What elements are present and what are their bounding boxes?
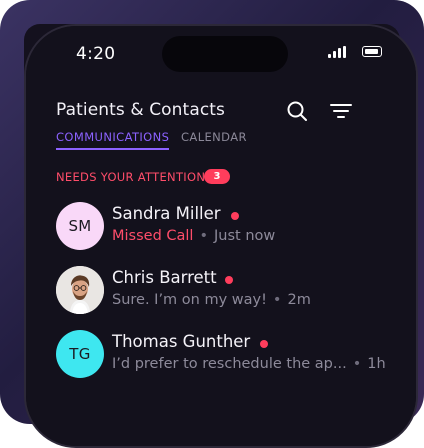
contact-name: Thomas Gunther [112, 332, 251, 351]
avatar: TG [56, 330, 104, 378]
unread-dot [225, 276, 233, 284]
status-time: 4:20 [76, 44, 116, 64]
battery-icon [362, 46, 382, 57]
contact-preview: Sure. I’m on my way! • 2m [112, 292, 311, 308]
message-time: Just now [214, 228, 276, 244]
section-label: NEEDS YOUR ATTENTION [56, 170, 206, 184]
attention-count-badge: 3 [204, 169, 230, 184]
contact-name: Sandra Miller [112, 204, 221, 223]
page-title: Patients & Contacts [56, 100, 226, 120]
app-screen: 4:20 Patients & Contacts COMMUNICATIONS … [26, 26, 416, 446]
message-preview: I’d prefer to reschedule the ap... [112, 356, 347, 372]
contact-name: Chris Barrett [112, 268, 217, 287]
contact-preview: Missed Call • Just now [112, 228, 276, 244]
missed-call-text: Missed Call [112, 228, 194, 244]
contact-row[interactable]: SM Sandra Miller Missed Call • Just now [56, 202, 396, 252]
message-time: 2m [287, 292, 311, 308]
contact-row[interactable]: Chris Barrett Sure. I’m on my way! • 2m [56, 266, 396, 316]
dynamic-island [162, 36, 288, 72]
message-preview: Sure. I’m on my way! [112, 292, 267, 308]
tab-calendar[interactable]: CALENDAR [181, 130, 247, 144]
avatar [56, 266, 104, 314]
unread-dot [260, 340, 268, 348]
contact-row[interactable]: TG Thomas Gunther I’d prefer to reschedu… [56, 330, 396, 380]
message-time: 1h [367, 356, 386, 372]
contact-preview: I’d prefer to reschedule the ap... • 1h [112, 356, 386, 372]
tab-communications[interactable]: COMMUNICATIONS [56, 130, 170, 150]
filter-icon[interactable] [330, 102, 352, 120]
phone-device: 4:20 Patients & Contacts COMMUNICATIONS … [24, 24, 418, 448]
unread-dot [231, 212, 239, 220]
avatar: SM [56, 202, 104, 250]
signal-icon [328, 46, 346, 58]
avatar-photo [56, 266, 104, 314]
search-icon[interactable] [286, 100, 308, 122]
